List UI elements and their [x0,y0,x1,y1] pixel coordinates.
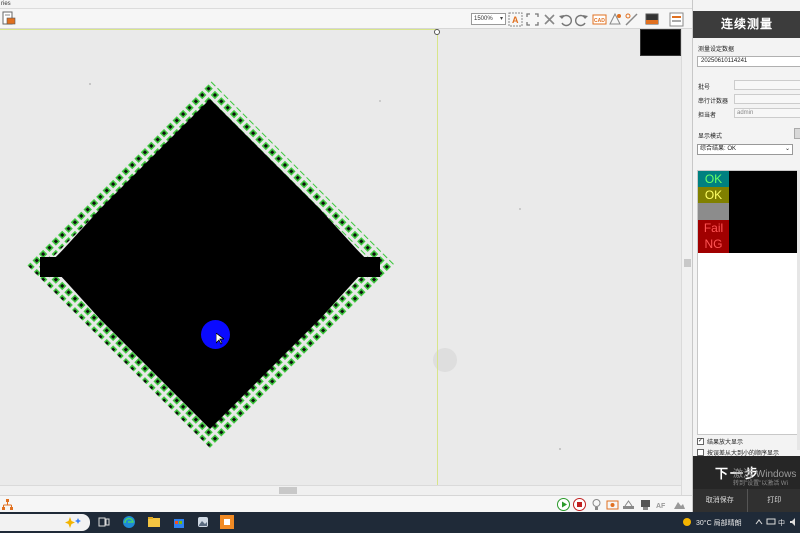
roi-handle[interactable] [434,29,440,35]
settings-panel-icon[interactable] [669,12,684,27]
lens-icon[interactable] [639,498,652,511]
cancel-save-button[interactable]: 取消保存 [693,489,747,512]
measurement-app-icon[interactable] [220,515,234,529]
network-tree-icon[interactable] [1,498,14,511]
undo-icon[interactable] [558,12,573,27]
image-canvas[interactable] [0,29,692,495]
panel-title: 连续测量 [693,11,800,38]
search-box[interactable] [0,514,90,531]
result-fail-cell: Fail NG [698,220,729,253]
svg-text:CAD: CAD [594,18,605,24]
pattern-icon[interactable] [608,12,623,27]
autofocus-icon[interactable]: AF [655,498,668,511]
result-preview [729,171,800,253]
mouse-pointer-icon [216,333,224,345]
settings-data-field[interactable]: 20250610114241 [697,56,800,67]
window-title: ries [1,1,11,7]
fit-view-icon[interactable] [525,12,540,27]
sparkle-icon [65,517,81,528]
result-fail-label: Fail [703,221,724,235]
redo-icon[interactable] [574,12,589,27]
ime-indicator[interactable]: 中 [778,518,785,528]
stage-icon[interactable] [622,498,635,511]
camera-image[interactable] [0,29,681,485]
volume-icon[interactable] [789,517,799,527]
bottom-toolbar: AF [0,495,692,512]
main-toolbar: 1500% ▾ A CAD [0,9,692,29]
edge-browser-icon[interactable] [122,515,136,529]
image-capture-icon[interactable] [606,498,619,511]
result-ok-cell-2: OK [698,187,729,203]
light-icon[interactable] [590,498,603,511]
measure-tool-icon[interactable] [624,12,639,27]
display-icon[interactable] [766,517,776,527]
store-icon[interactable] [172,515,186,529]
stop-icon[interactable] [573,498,586,511]
file-explorer-icon[interactable] [147,515,161,529]
windows-taskbar: 30°C 局部晴朗 中 [0,512,800,533]
photos-app-icon[interactable] [196,515,210,529]
operator-label: 担当者 [698,113,717,119]
enlarge-result-option[interactable]: ✓ 结果放大显示 [697,437,743,446]
print-button[interactable]: 打印 [746,489,800,512]
weather-text[interactable]: 30°C 局部晴朗 [696,518,742,528]
mountain-icon[interactable] [673,498,686,511]
app-window: ries 1500% ▾ A CAD AF 连续测量 测量设定数据 202506… [0,0,800,533]
serial-counter-field[interactable] [734,94,800,104]
task-view-icon[interactable] [97,515,111,529]
zoom-value: 1500% [474,16,493,22]
result-blank-cell [698,203,729,220]
auto-focus-icon[interactable]: A [508,12,523,27]
document-print-icon[interactable] [2,11,16,26]
result-display: OK OK Fail NG [697,170,800,435]
svg-text:AF: AF [656,503,666,510]
lot-number-label: 批号 [698,85,711,91]
chip-image [26,80,561,450]
settings-data-label: 测量设定数据 [698,47,735,53]
horizontal-scroll-thumb[interactable] [279,487,297,494]
horizontal-scrollbar[interactable] [0,485,681,495]
weather-sun-icon [683,518,691,526]
chevron-up-icon[interactable] [755,518,763,526]
result-ok-cell: OK [698,171,729,187]
operator-field[interactable]: admin [734,108,800,118]
chevron-down-icon: ▾ [499,16,503,22]
serial-counter-label: 串行计数器 [698,99,729,105]
roi-top-edge [0,29,438,30]
zoom-select[interactable]: 1500% ▾ [471,13,506,25]
vertical-scroll-thumb[interactable] [684,259,691,267]
combined-result-select[interactable]: 综合结果: OK ⌄ [697,144,793,155]
window-title-strip: ries [0,0,692,9]
result-ng-label: NG [704,237,723,251]
cad-icon[interactable]: CAD [592,12,607,27]
activation-watermark-hint: 转到"设置"以激活 Wi [733,481,788,487]
play-icon[interactable] [557,498,570,511]
sort-by-error-checkbox[interactable] [697,449,704,456]
preview-thumbnail[interactable] [640,29,681,56]
panel-bottom-buttons: 取消保存 打印 [693,489,800,512]
chevron-down-icon: ⌄ [784,146,790,152]
right-panel: 连续测量 测量设定数据 20250610114241 批号 串行计数器 担当者 … [692,0,800,512]
roi-right-edge[interactable] [437,29,438,485]
combined-result-value: 综合结果: OK [700,146,737,152]
close-icon[interactable] [542,12,557,27]
lot-number-field[interactable] [734,80,800,90]
enlarge-result-checkbox[interactable]: ✓ [697,438,704,445]
svg-text:A: A [512,15,519,25]
next-step-button[interactable]: 下一步 激活 Windows 转到"设置"以激活 Wi [693,456,800,489]
vertical-scrollbar[interactable] [681,29,692,495]
display-mode-label: 显示模式 [698,134,723,140]
display-mode-button[interactable] [794,128,800,139]
enlarge-result-label: 结果放大显示 [707,440,744,446]
display-mode-icon[interactable] [645,12,660,27]
